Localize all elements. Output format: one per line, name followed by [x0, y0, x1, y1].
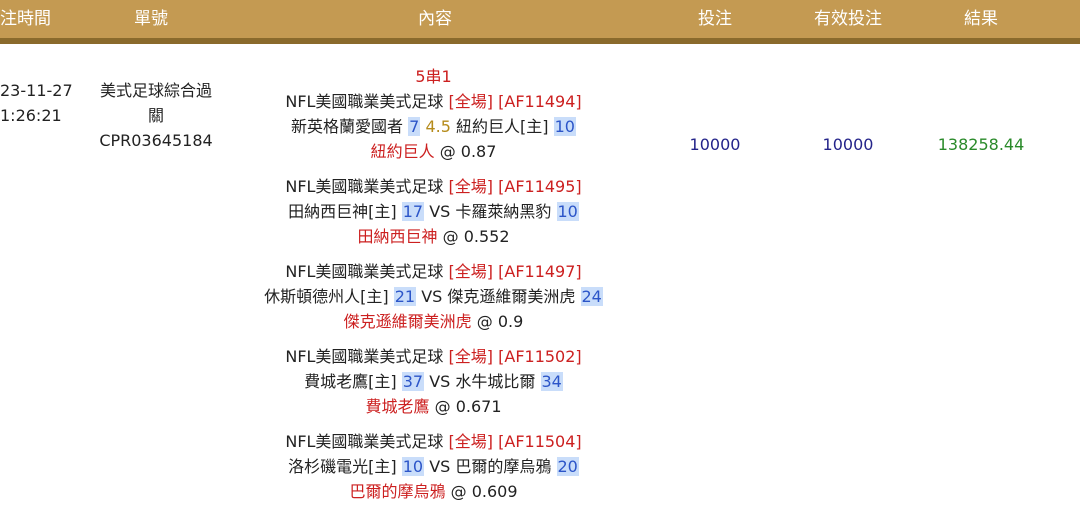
- team-home: 費城老鷹[主]: [304, 372, 397, 391]
- match-code: [AF11497]: [498, 262, 582, 281]
- leg-match-line: NFL美國職業美式足球 [全場] [AF11504]: [248, 429, 619, 454]
- odds-value: @ 0.609: [450, 482, 518, 501]
- score-home: 21: [393, 287, 417, 306]
- odds-value: @ 0.9: [476, 312, 524, 331]
- match-code: [AF11502]: [498, 347, 582, 366]
- header-content: 內容: [418, 9, 452, 29]
- result-amount-cell: 138258.44: [937, 135, 1025, 154]
- team-away: 傑克遜維爾美洲虎: [447, 287, 576, 306]
- odds-value: @ 0.552: [442, 227, 510, 246]
- table-row: 23-11-27 1:26:21 美式足球綜合過關 CPR03645184 5串…: [0, 44, 1080, 531]
- vs-label: VS: [421, 287, 443, 306]
- bet-leg: NFL美國職業美式足球 [全場] [AF11497] 休斯頓德州人[主] 21 …: [248, 259, 619, 334]
- league-name: NFL美國職業美式足球: [285, 347, 444, 366]
- odds-value: @ 0.671: [434, 397, 502, 416]
- team-home: 田納西巨神[主]: [288, 202, 397, 221]
- bet-time-cell: 23-11-27 1:26:21: [0, 78, 73, 128]
- period-tag: [全場]: [448, 262, 494, 281]
- handicap-value: 4.5: [425, 117, 451, 136]
- bet-leg: NFL美國職業美式足球 [全場] [AF11494] 新英格蘭愛國者 7 4.5…: [248, 89, 619, 164]
- score-away: 10: [556, 202, 579, 221]
- match-code: [AF11504]: [498, 432, 582, 451]
- bet-clock-time: 1:26:21: [0, 106, 62, 125]
- vs-label: VS: [429, 457, 451, 476]
- league-name: NFL美國職業美式足球: [285, 92, 444, 111]
- score-away: 34: [540, 372, 563, 391]
- score-home: 17: [401, 202, 425, 221]
- leg-teams-line: 田納西巨神[主] 17 VS 卡羅萊納黑豹 10: [248, 199, 619, 224]
- header-valid-bet: 有效投注: [814, 9, 882, 29]
- bet-leg: NFL美國職業美式足球 [全場] [AF11502] 費城老鷹[主] 37 VS…: [248, 344, 619, 419]
- picked-team: 巴爾的摩烏鴉: [349, 482, 446, 501]
- match-code: [AF11494]: [498, 92, 582, 111]
- leg-match-line: NFL美國職業美式足球 [全場] [AF11497]: [248, 259, 619, 284]
- league-name: NFL美國職業美式足球: [285, 432, 444, 451]
- vs-label: VS: [429, 202, 451, 221]
- league-name: NFL美國職業美式足球: [285, 262, 444, 281]
- leg-pick-line: 紐約巨人 @ 0.87: [248, 139, 619, 164]
- team-home: 休斯頓德州人[主]: [264, 287, 389, 306]
- leg-pick-line: 傑克遜維爾美洲虎 @ 0.9: [248, 309, 619, 334]
- picked-team: 費城老鷹: [365, 397, 430, 416]
- score-away: 20: [556, 457, 579, 476]
- bet-date: 23-11-27: [0, 81, 73, 100]
- score-home: 10: [553, 117, 576, 136]
- leg-teams-line: 新英格蘭愛國者 7 4.5 紐約巨人[主] 10: [248, 114, 619, 139]
- combo-type: 5串1: [415, 67, 452, 86]
- leg-match-line: NFL美國職業美式足球 [全場] [AF11502]: [248, 344, 619, 369]
- bet-type: 美式足球綜合過關: [99, 81, 212, 125]
- score-home: 10: [401, 457, 425, 476]
- leg-teams-line: 洛杉磯電光[主] 10 VS 巴爾的摩烏鴉 20: [248, 454, 619, 479]
- bet-amount-cell: 10000: [689, 135, 741, 154]
- team-home: 洛杉磯電光[主]: [288, 457, 397, 476]
- leg-match-line: NFL美國職業美式足球 [全場] [AF11495]: [248, 174, 619, 199]
- header-result: 結果: [964, 9, 998, 29]
- leg-pick-line: 巴爾的摩烏鴉 @ 0.609: [248, 479, 619, 504]
- team-home: 紐約巨人[主]: [455, 117, 549, 136]
- picked-team: 田納西巨神: [357, 227, 438, 246]
- team-away: 新英格蘭愛國者: [291, 117, 404, 136]
- bet-leg: NFL美國職業美式足球 [全場] [AF11495] 田納西巨神[主] 17 V…: [248, 174, 619, 249]
- order-id-cell: 美式足球綜合過關 CPR03645184: [95, 78, 217, 153]
- leg-pick-line: 費城老鷹 @ 0.671: [248, 394, 619, 419]
- period-tag: [全場]: [448, 92, 494, 111]
- order-number: CPR03645184: [99, 131, 213, 150]
- valid-bet-cell: 10000: [822, 135, 874, 154]
- period-tag: [全場]: [448, 432, 494, 451]
- picked-team: 紐約巨人: [370, 142, 435, 161]
- bet-leg: NFL美國職業美式足球 [全場] [AF11504] 洛杉磯電光[主] 10 V…: [248, 429, 619, 504]
- leg-teams-line: 費城老鷹[主] 37 VS 水牛城比爾 34: [248, 369, 619, 394]
- vs-label: VS: [429, 372, 451, 391]
- odds-value: @ 0.87: [439, 142, 497, 161]
- leg-match-line: NFL美國職業美式足球 [全場] [AF11494]: [248, 89, 619, 114]
- picked-team: 傑克遜維爾美洲虎: [343, 312, 472, 331]
- score-home: 37: [401, 372, 425, 391]
- header-bet-amount: 投注: [698, 9, 732, 29]
- team-away: 巴爾的摩烏鴉: [455, 457, 552, 476]
- score-away: 7: [408, 117, 421, 136]
- table-header: 注時間 單號 內容 投注 有效投注 結果: [0, 0, 1080, 44]
- leg-teams-line: 休斯頓德州人[主] 21 VS 傑克遜維爾美洲虎 24: [248, 284, 619, 309]
- match-code: [AF11495]: [498, 177, 582, 196]
- league-name: NFL美國職業美式足球: [285, 177, 444, 196]
- period-tag: [全場]: [448, 347, 494, 366]
- score-away: 24: [580, 287, 603, 306]
- team-away: 卡羅萊納黑豹: [455, 202, 552, 221]
- team-away: 水牛城比爾: [455, 372, 536, 391]
- bet-content-cell: 5串1 NFL美國職業美式足球 [全場] [AF11494] 新英格蘭愛國者 7…: [248, 64, 619, 514]
- leg-pick-line: 田納西巨神 @ 0.552: [248, 224, 619, 249]
- header-bet-time: 注時間: [0, 9, 51, 29]
- header-order-id: 單號: [134, 9, 168, 29]
- period-tag: [全場]: [448, 177, 494, 196]
